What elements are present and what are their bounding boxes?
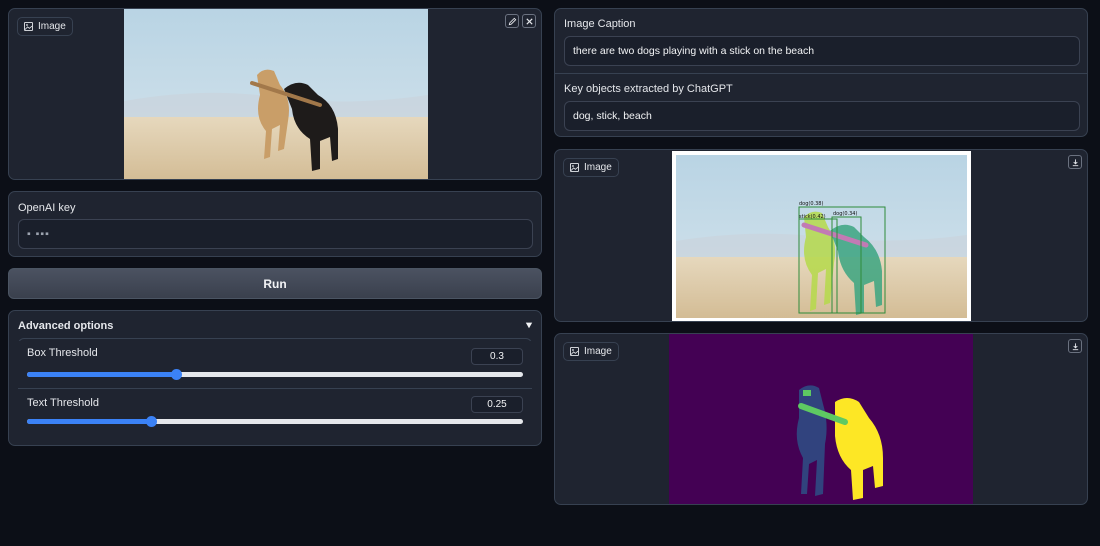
openai-key-value: ▪ ▪▪▪ — [27, 228, 50, 240]
detection-photo: dog(0.38) stick(0.42) dog(0.34) — [672, 151, 971, 321]
image-label-text: Image — [38, 21, 66, 32]
box-label-dog-1: dog(0.38) — [799, 201, 823, 207]
pencil-icon — [508, 17, 516, 25]
mask-image-label-badge: Image — [563, 342, 619, 361]
image-icon — [570, 347, 579, 356]
image-icon — [570, 163, 579, 172]
advanced-options-title: Advanced options — [18, 320, 114, 332]
edit-image-button[interactable] — [505, 14, 519, 28]
input-photo — [124, 9, 428, 179]
box-threshold-label: Box Threshold — [27, 347, 98, 359]
text-threshold-block: Text Threshold 0.25 — [18, 390, 532, 441]
openai-key-input[interactable]: ▪ ▪▪▪ — [18, 219, 533, 249]
mask-photo — [669, 334, 973, 504]
detection-image-label-badge: Image — [563, 158, 619, 177]
mask-image-panel[interactable]: Image — [554, 333, 1088, 505]
openai-key-panel: OpenAI key ▪ ▪▪▪ — [8, 191, 542, 257]
text-threshold-value: 0.25 — [487, 399, 507, 410]
text-threshold-number-input[interactable]: 0.25 — [471, 396, 523, 413]
openai-key-label: OpenAI key — [18, 202, 76, 214]
text-threshold-slider[interactable] — [27, 416, 523, 427]
caption-textbox[interactable]: there are two dogs playing with a stick … — [564, 36, 1080, 66]
text-threshold-slider-fill — [27, 419, 151, 424]
box-threshold-number-input[interactable]: 0.3 — [471, 348, 523, 365]
download-icon — [1072, 342, 1078, 350]
triangle-down-icon — [525, 322, 533, 329]
text-threshold-slider-thumb[interactable] — [146, 416, 157, 427]
mask-download-button[interactable] — [1068, 339, 1082, 353]
input-image-panel[interactable]: Image — [8, 8, 542, 180]
text-threshold-label: Text Threshold — [27, 397, 99, 409]
mask-image-label-text: Image — [584, 346, 612, 357]
box-threshold-slider-thumb[interactable] — [170, 369, 182, 380]
caption-divider — [555, 73, 1087, 74]
caption-value: there are two dogs playing with a stick … — [573, 45, 815, 57]
image-label-badge: Image — [17, 17, 73, 36]
run-button[interactable]: Run — [8, 268, 542, 299]
run-button-label: Run — [263, 276, 287, 291]
detection-image-label-text: Image — [584, 162, 612, 173]
slider-divider — [18, 388, 532, 389]
close-icon — [525, 17, 533, 25]
box-threshold-slider[interactable] — [27, 369, 523, 380]
box-threshold-slider-fill — [27, 372, 176, 377]
key-objects-textbox[interactable]: dog, stick, beach — [564, 101, 1080, 131]
advanced-options-header[interactable]: Advanced options — [9, 311, 541, 339]
box-threshold-block: Box Threshold 0.3 — [18, 341, 532, 392]
box-threshold-value: 0.3 — [490, 351, 504, 362]
clear-image-button[interactable] — [522, 14, 536, 28]
box-label-stick: stick(0.42) — [799, 214, 826, 220]
download-icon — [1072, 158, 1078, 166]
key-objects-label: Key objects extracted by ChatGPT — [564, 83, 733, 95]
detection-download-button[interactable] — [1068, 155, 1082, 169]
caption-panel: Image Caption there are two dogs playing… — [554, 8, 1088, 137]
key-objects-value: dog, stick, beach — [573, 110, 652, 122]
image-icon — [24, 22, 33, 31]
box-label-dog-2: dog(0.34) — [833, 211, 857, 217]
caption-label: Image Caption — [564, 18, 636, 30]
detection-image-panel[interactable]: Image dog(0.38) stick(0.42) dog(0.34) — [554, 149, 1088, 322]
